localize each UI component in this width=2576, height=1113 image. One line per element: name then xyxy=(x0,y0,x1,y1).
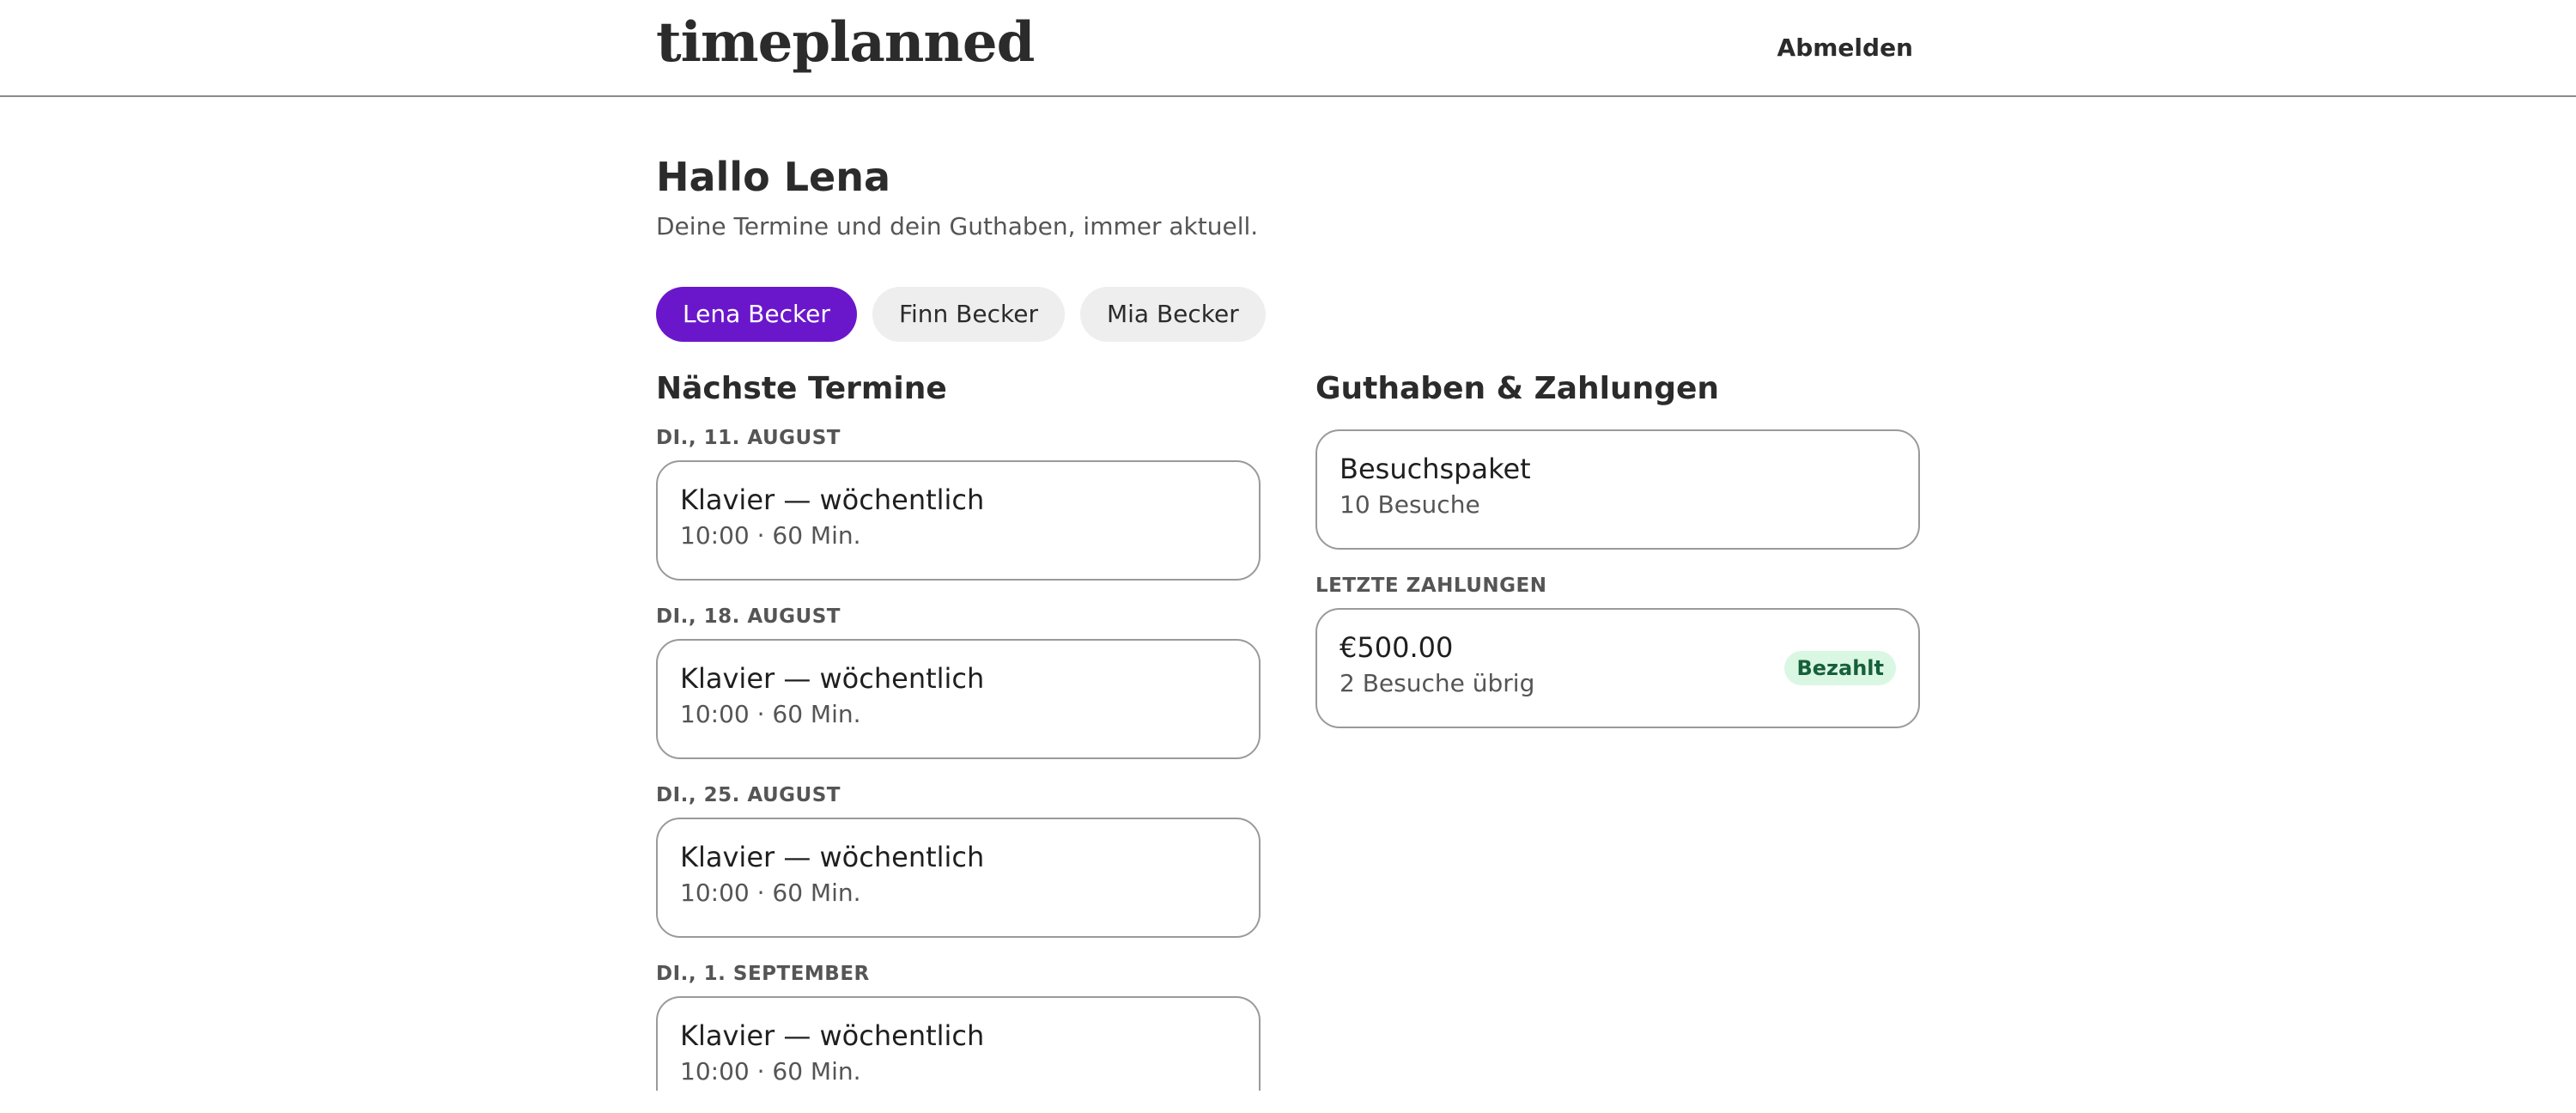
appointment-date: DI., 11. AUGUST xyxy=(656,427,841,449)
balance-section: Guthaben & Zahlungen Besuchspaket 10 Bes… xyxy=(1315,368,1920,783)
appointment-group: DI., 18. AUGUST Klavier — wöchentlich 10… xyxy=(656,603,1261,759)
package-card[interactable]: Besuchspaket 10 Besuche xyxy=(1315,429,1920,550)
appointment-date: DI., 1. SEPTEMBER xyxy=(656,963,870,985)
appointments-section: Nächste Termine DI., 11. AUGUST Klavier … xyxy=(656,368,1261,1113)
app-logo[interactable]: timeplanned xyxy=(656,7,1035,79)
person-switcher: Lena Becker Finn Becker Mia Becker xyxy=(656,287,1266,342)
appointments-title: Nächste Termine xyxy=(656,371,947,406)
payments-label: LETZTE ZAHLUNGEN xyxy=(1315,575,1547,597)
top-header: timeplanned Abmelden xyxy=(0,0,2576,97)
appointment-title: Klavier — wöchentlich xyxy=(680,1019,985,1052)
appointment-group: DI., 1. SEPTEMBER Klavier — wöchentlich … xyxy=(656,960,1261,1091)
person-chip-lena[interactable]: Lena Becker xyxy=(656,287,857,342)
appointment-detail: 10:00 · 60 Min. xyxy=(680,700,861,728)
appointment-detail: 10:00 · 60 Min. xyxy=(680,521,861,550)
appointments-list: DI., 11. AUGUST Klavier — wöchentlich 10… xyxy=(656,424,1261,1091)
appointment-card[interactable]: Klavier — wöchentlich 10:00 · 60 Min. xyxy=(656,460,1261,581)
person-chip-mia[interactable]: Mia Becker xyxy=(1079,287,1266,342)
person-chip-finn[interactable]: Finn Becker xyxy=(872,287,1065,342)
appointment-card[interactable]: Klavier — wöchentlich 10:00 · 60 Min. xyxy=(656,996,1261,1091)
appointment-detail: 10:00 · 60 Min. xyxy=(680,1057,861,1086)
page-title: Hallo Lena xyxy=(656,154,890,200)
appointment-group: DI., 11. AUGUST Klavier — wöchentlich 10… xyxy=(656,424,1261,581)
appointment-date: DI., 25. AUGUST xyxy=(656,784,841,806)
appointment-title: Klavier — wöchentlich xyxy=(680,484,985,516)
appointment-title: Klavier — wöchentlich xyxy=(680,662,985,695)
logout-link[interactable]: Abmelden xyxy=(1777,31,1913,65)
package-detail: 10 Besuche xyxy=(1340,490,1480,519)
appointment-date: DI., 18. AUGUST xyxy=(656,605,841,628)
payment-status-badge: Bezahlt xyxy=(1784,651,1896,685)
balance-title: Guthaben & Zahlungen xyxy=(1315,371,1720,406)
package-title: Besuchspaket xyxy=(1340,453,1531,485)
appointment-title: Klavier — wöchentlich xyxy=(680,841,985,873)
appointment-card[interactable]: Klavier — wöchentlich 10:00 · 60 Min. xyxy=(656,818,1261,938)
appointment-group: DI., 25. AUGUST Klavier — wöchentlich 10… xyxy=(656,782,1261,938)
appointment-detail: 10:00 · 60 Min. xyxy=(680,879,861,907)
page-subtitle: Deine Termine und dein Guthaben, immer a… xyxy=(656,212,1259,240)
appointment-card[interactable]: Klavier — wöchentlich 10:00 · 60 Min. xyxy=(656,639,1261,759)
payment-card[interactable]: €500.00 2 Besuche übrig Bezahlt xyxy=(1315,608,1920,728)
